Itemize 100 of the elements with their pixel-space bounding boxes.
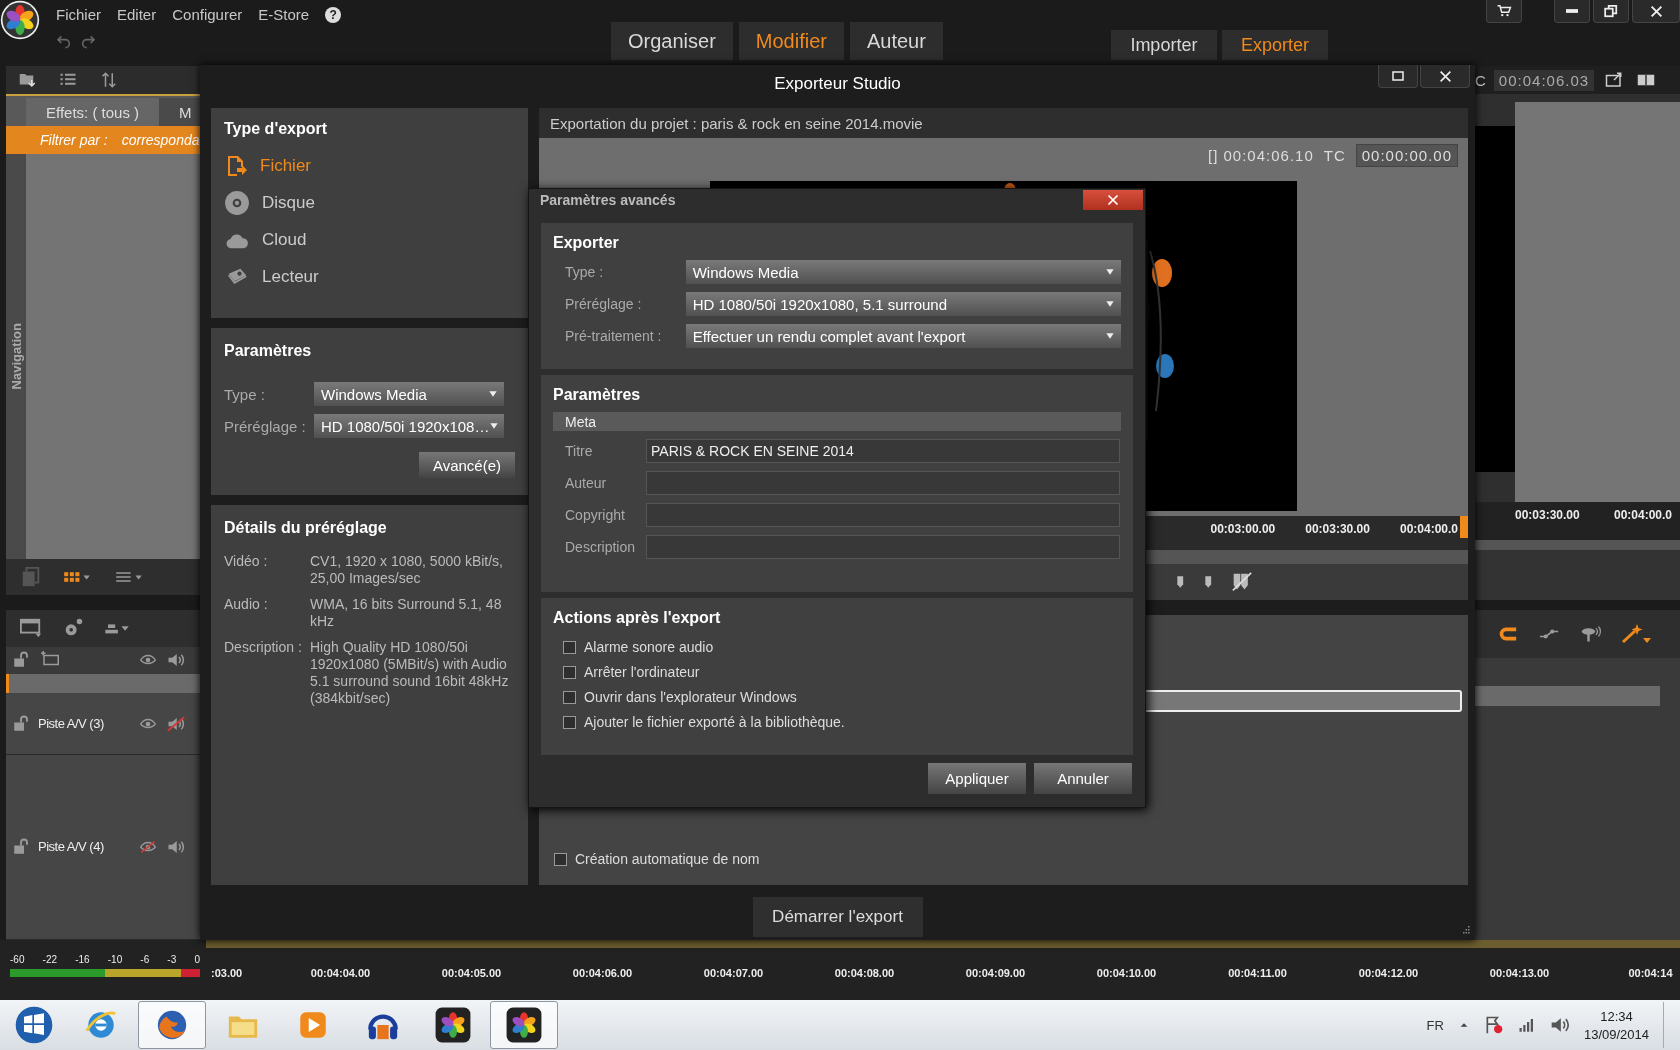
export-type-item[interactable]: Cloud <box>224 228 515 252</box>
ruler-label: 00:04:07.00 <box>702 967 765 981</box>
text-field[interactable] <box>646 471 1120 495</box>
close-button[interactable] <box>1420 65 1470 88</box>
menu-item[interactable]: Fichier <box>56 6 101 23</box>
track-name: Piste A/V (4) <box>38 839 105 855</box>
dialog-button[interactable]: Annuler <box>1034 763 1132 794</box>
menu-item[interactable]: E-Store <box>258 6 310 23</box>
lock-icon[interactable] <box>12 651 30 670</box>
maximize-button[interactable] <box>1378 65 1418 88</box>
text-field[interactable]: PARIS & ROCK EN SEINE 2014 <box>646 439 1120 463</box>
meter-scale-label: -6 <box>140 954 150 965</box>
mode-tab[interactable]: Exporter <box>1221 30 1328 60</box>
action-checkbox[interactable]: Ajouter le fichier exporté à la bibliothèque. <box>563 714 1121 730</box>
ruler-label: 00:04:04.00 <box>309 967 372 981</box>
clear-marks-icon[interactable] <box>1231 572 1253 592</box>
signal-icon[interactable] <box>1517 1016 1536 1034</box>
timecode-display: 00:00:00.00 <box>1355 143 1458 167</box>
close-button[interactable] <box>1632 0 1680 23</box>
start-orb-icon[interactable] <box>14 1005 54 1045</box>
dropdown[interactable]: HD 1080/50i 1920x1080, 5.1 surround <box>685 292 1121 316</box>
navigation-label[interactable]: Navigation <box>8 323 24 390</box>
redo-icon[interactable] <box>80 33 96 49</box>
taskbar-app[interactable] <box>138 1001 206 1049</box>
language-indicator[interactable]: FR <box>1426 1017 1444 1033</box>
detail-label: Audio : <box>224 596 269 614</box>
field-label: Titre <box>564 443 594 459</box>
detail-label: Vidéo : <box>224 553 269 571</box>
ruler-label: 00:04:05.00 <box>440 967 503 981</box>
help-button[interactable]: ? <box>325 6 342 23</box>
dropdown[interactable]: Windows Media <box>685 260 1121 284</box>
microphone-icon[interactable] <box>1579 624 1603 644</box>
clock-date: 13/09/2014 <box>1583 1026 1649 1042</box>
export-type-item[interactable]: Disque <box>224 191 515 215</box>
action-checkbox[interactable]: Alarme sonore audio <box>563 639 1121 655</box>
meter-scale-label: -3 <box>167 954 177 965</box>
mode-tab[interactable]: Organiser <box>611 22 733 60</box>
meter-scale-label: 0 <box>194 954 200 965</box>
section-title: Paramètres <box>553 386 642 404</box>
field-label: Auteur <box>564 475 608 491</box>
auto-name-checkbox[interactable]: Création automatique de nom <box>554 851 1462 867</box>
close-button[interactable] <box>1083 190 1143 210</box>
library-tab[interactable]: Effets: ( tous ) <box>26 98 160 126</box>
detail-label: Description : <box>224 639 303 657</box>
action-checkbox[interactable]: Arrêter l'ordinateur <box>563 664 1121 680</box>
pinwheel-icon[interactable] <box>434 1006 472 1044</box>
export-type-item[interactable]: Fichier <box>224 154 515 178</box>
cart-button[interactable] <box>1486 0 1522 23</box>
filter-label: Filtrer par : <box>40 132 108 148</box>
pinwheel-icon[interactable] <box>505 1006 543 1044</box>
fox-globe-icon[interactable] <box>155 1008 189 1042</box>
restore-button[interactable] <box>1593 0 1629 23</box>
minimize-button[interactable] <box>1554 0 1590 23</box>
ruler-label: 00:03:30.00 <box>1515 508 1580 524</box>
menu-item[interactable]: Configurer <box>172 6 243 23</box>
ruler-label: 00:04:06.00 <box>571 967 634 981</box>
text-field[interactable] <box>646 503 1120 527</box>
mode-tab[interactable]: Importer <box>1110 30 1217 60</box>
meter-scale-label: -10 <box>107 954 123 965</box>
name-field[interactable] <box>1143 690 1462 712</box>
taskbar-app[interactable] <box>490 1001 558 1049</box>
cart-icon <box>1496 4 1512 18</box>
eye-hidden-icon[interactable] <box>138 838 158 855</box>
project-title: Exportation du projet : paris & rock en seine 2014.movie <box>550 114 923 132</box>
mode-tab[interactable]: Modifier <box>738 22 844 60</box>
dialog-button[interactable]: Appliquer <box>928 763 1026 794</box>
dropdown[interactable]: Windows Media <box>314 382 504 406</box>
group-header: Meta <box>553 412 1121 431</box>
close-icon <box>1649 4 1663 18</box>
mode-tab[interactable]: Auteur <box>849 22 943 60</box>
advanced-button[interactable]: Avancé(e) <box>418 452 515 478</box>
ruler-label: 00:04:00.0 <box>1399 522 1458 538</box>
export-type-item[interactable]: Lecteur <box>224 265 515 289</box>
folder-import-icon[interactable] <box>18 71 38 89</box>
dropdown[interactable]: Effectuer un rendu complet avant l'export <box>685 324 1121 348</box>
lock-icon[interactable] <box>12 837 30 856</box>
library-tab[interactable]: M <box>159 98 200 126</box>
lock-icon[interactable] <box>12 714 30 733</box>
ruler-label: 00:04:09.00 <box>964 967 1027 981</box>
playhead-marker[interactable] <box>1460 516 1468 538</box>
magic-wand-icon[interactable] <box>1621 622 1651 646</box>
clock-time: 12:34 <box>1600 1008 1633 1024</box>
field-label: Préréglage : <box>564 296 643 312</box>
text-field[interactable] <box>646 535 1120 559</box>
dropdown[interactable]: HD 1080/50i 1920x108… <box>314 414 504 438</box>
ruler-label: 00:04:00.0 <box>1613 508 1672 524</box>
field-label: Type : <box>224 385 266 403</box>
undo-icon[interactable] <box>56 33 72 49</box>
field-label: Copyright <box>564 507 626 523</box>
field-label: Pré-traitement : <box>564 328 663 344</box>
ruler-label: :03.00 <box>211 967 244 981</box>
meter-scale-label: -22 <box>42 954 58 965</box>
action-checkbox[interactable]: Ouvrir dans l'explorateur Windows <box>563 689 1121 705</box>
speaker-muted-icon[interactable] <box>166 714 186 733</box>
clock[interactable]: 12:34 13/09/2014 <box>1583 1008 1649 1042</box>
start-export-button[interactable]: Démarrer l'export <box>752 897 923 937</box>
meter-scale-label: -60 <box>10 954 25 965</box>
menu-item[interactable]: Editer <box>117 6 157 23</box>
disc-icon <box>224 190 250 216</box>
restore-icon <box>1604 4 1618 18</box>
